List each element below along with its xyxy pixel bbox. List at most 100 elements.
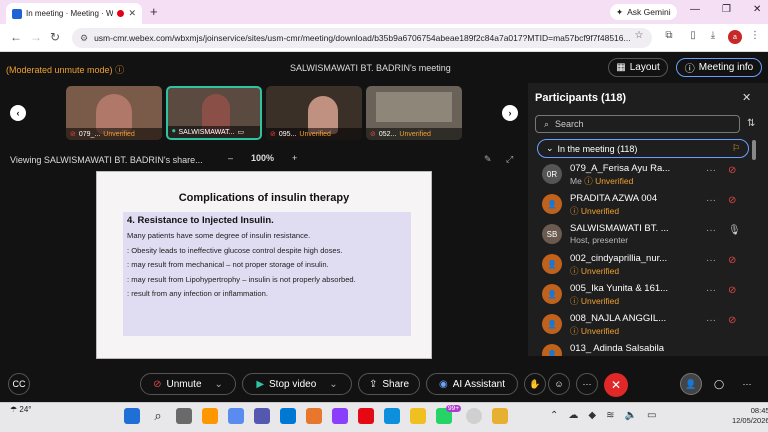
close-tab-icon[interactable]: ✕ — [128, 8, 136, 19]
participant-row[interactable]: 👤 005_Ika Yunita & 161... ⓘ Unverified ·… — [540, 280, 750, 310]
close-panel-icon[interactable]: ✕ — [742, 91, 751, 104]
more-options-button[interactable]: ··· — [576, 373, 598, 395]
mic-icon[interactable]: 🎙 — [728, 225, 741, 236]
chrome-icon[interactable] — [492, 408, 508, 424]
unmute-button[interactable]: ⊘ Unmute ⌄ — [140, 373, 236, 395]
teams-icon[interactable] — [254, 408, 270, 424]
video-thumbnail[interactable]: ⊘ 052... Unverified — [366, 86, 462, 140]
more-panels-button[interactable]: ··· — [736, 373, 758, 395]
new-tab-button[interactable]: + — [150, 4, 158, 19]
browser-tab[interactable]: In meeting · Meeting · Webex ✕ — [6, 3, 142, 24]
in-meeting-group[interactable]: ⌄ In the meeting (118) ⚐ — [537, 139, 749, 158]
video-thumbnail[interactable]: ⊘ 095... Unverified — [266, 86, 362, 140]
download-icon[interactable]: ⤓ — [706, 30, 720, 44]
avatar-icon: 👤 — [542, 344, 562, 356]
address-bar[interactable]: ⚙ usm-cmr.webex.com/wbxmjs/joinservice/s… — [72, 28, 652, 48]
amazon-icon[interactable] — [202, 408, 218, 424]
restore-icon[interactable]: ❐ — [722, 4, 731, 15]
file-explorer-icon[interactable] — [410, 408, 426, 424]
site-info-icon[interactable]: ⚙ — [80, 33, 88, 44]
zoom-in-button[interactable]: + — [292, 153, 297, 163]
participant-row[interactable]: 👤 PRADITA AZWA 004 ⓘ Unverified ··· ⊘ — [540, 190, 750, 220]
muted-mic-icon[interactable]: ⊘ — [728, 315, 736, 326]
slide-title: Complications of insulin therapy — [178, 192, 350, 204]
url-text: usm-cmr.webex.com/wbxmjs/joinservice/sit… — [94, 33, 631, 43]
panel-scrollbar[interactable] — [752, 140, 756, 160]
layout-icon: ▦ — [616, 62, 626, 73]
more-options-icon[interactable]: ··· — [706, 225, 716, 236]
zoom-out-button[interactable]: – — [228, 153, 233, 163]
sidebar-icon[interactable]: ▯ — [686, 30, 700, 44]
weather-widget[interactable]: ☂ 24° — [10, 405, 32, 414]
participant-row[interactable]: 👤 002_cindyaprillia_nur... ⓘ Unverified … — [540, 250, 750, 280]
reactions-button[interactable]: ☺ — [548, 373, 570, 395]
forward-icon[interactable]: → — [30, 30, 42, 44]
muted-mic-icon[interactable]: ⊘ — [728, 165, 736, 176]
stop-video-button[interactable]: ▶ Stop video ⌄ — [242, 373, 352, 395]
more-options-icon[interactable]: ··· — [706, 165, 716, 176]
app-icon[interactable] — [332, 408, 348, 424]
assign-icon[interactable]: ⚐ — [732, 143, 740, 154]
back-icon[interactable]: ← — [10, 30, 22, 44]
meeting-info-button[interactable]: ⓘ Meeting info — [676, 58, 762, 77]
slide-line: : result from any infection or inflammat… — [127, 289, 268, 298]
video-thumbnail[interactable]: ⊘ 079_... Unverified — [66, 86, 162, 140]
ai-assistant-button[interactable]: ◉ AI Assistant — [426, 373, 518, 395]
chevron-down-icon[interactable]: ⌄ — [215, 379, 223, 390]
prev-thumbnails-icon[interactable]: ‹ — [10, 105, 26, 121]
app-icon[interactable] — [466, 408, 482, 424]
search-icon[interactable]: ⌕ — [150, 408, 166, 424]
share-button[interactable]: ⇪ Share — [358, 373, 420, 395]
muted-mic-icon: ⊘ — [70, 131, 76, 138]
close-window-icon[interactable]: ✕ — [753, 4, 761, 15]
extensions-icon[interactable]: ⧉ — [662, 30, 676, 44]
reload-icon[interactable]: ↻ — [50, 30, 60, 44]
start-icon[interactable] — [124, 408, 140, 424]
more-options-icon[interactable]: ··· — [706, 255, 716, 266]
chevron-down-icon[interactable]: ⌄ — [329, 379, 337, 390]
annotate-icon[interactable]: ✎ — [484, 154, 492, 165]
raise-hand-button[interactable]: ✋ — [524, 373, 546, 395]
thumbnail-label: ⏺ SALWISMAWAT... ▭ — [168, 126, 260, 138]
browser-menu-icon[interactable]: ⋮ — [748, 30, 762, 44]
thumbnail-label: ⊘ 095... Unverified — [266, 128, 362, 140]
muted-mic-icon[interactable]: ⊘ — [728, 195, 736, 206]
participant-search-input[interactable]: ⌕ Search — [535, 115, 740, 133]
weather-icon: ☂ — [10, 405, 18, 414]
chat-button[interactable]: ◯ — [708, 373, 730, 395]
sort-icon[interactable]: ⇅ — [747, 118, 755, 129]
more-options-icon[interactable]: ··· — [706, 195, 716, 206]
edge-icon[interactable] — [384, 408, 400, 424]
store-icon[interactable] — [280, 408, 296, 424]
participant-row[interactable]: 0R 079_A_Ferisa Ayu Ra... Me ⓘ Unverifie… — [540, 160, 750, 190]
captions-button[interactable]: CC — [8, 373, 30, 395]
profile-avatar[interactable]: a — [728, 30, 742, 44]
task-view-icon[interactable] — [176, 408, 192, 424]
video-thumbnail-active-speaker[interactable]: ⏺ SALWISMAWAT... ▭ — [166, 86, 262, 140]
muted-mic-icon[interactable]: ⊘ — [728, 255, 736, 266]
layout-button[interactable]: ▦ Layout — [608, 58, 668, 77]
firefox-icon[interactable] — [306, 408, 322, 424]
moderated-mode-label: (Moderated unmute mode) ⓘ — [6, 65, 125, 75]
system-tray[interactable]: ⌃ ☁ ◆ ≋ 🔈 ▭ — [550, 410, 656, 421]
muted-mic-icon[interactable]: ⊘ — [728, 285, 736, 296]
participant-row[interactable]: SB SALWISMAWATI BT. ... Host, presenter … — [540, 220, 750, 250]
clock[interactable]: 08:45 12/05/2026 — [732, 406, 768, 426]
pop-out-icon[interactable]: ⤢ — [506, 154, 513, 165]
help-icon[interactable]: ⓘ — [115, 65, 124, 75]
copilot-icon[interactable] — [228, 408, 244, 424]
bookmark-star-icon[interactable]: ☆ — [632, 30, 646, 44]
thumbnail-label: ⊘ 079_... Unverified — [66, 128, 162, 140]
participant-row[interactable]: 👤 013_ Adinda Salsabila — [540, 340, 750, 356]
leave-meeting-button[interactable]: ✕ — [604, 373, 628, 397]
participants-panel-button[interactable]: 👤 — [680, 373, 702, 395]
slide-line: : may result from mechanical – not prope… — [127, 260, 329, 269]
more-options-icon[interactable]: ··· — [706, 315, 716, 326]
thumbnail-label: ⊘ 052... Unverified — [366, 128, 462, 140]
more-options-icon[interactable]: ··· — [706, 285, 716, 296]
next-thumbnails-icon[interactable]: › — [502, 105, 518, 121]
netflix-icon[interactable] — [358, 408, 374, 424]
minimize-icon[interactable]: — — [690, 4, 700, 15]
participant-row[interactable]: 👤 008_NAJLA ANGGIL... ⓘ Unverified ··· ⊘ — [540, 310, 750, 340]
ask-gemini-button[interactable]: ✦ Ask Gemini — [610, 4, 677, 20]
